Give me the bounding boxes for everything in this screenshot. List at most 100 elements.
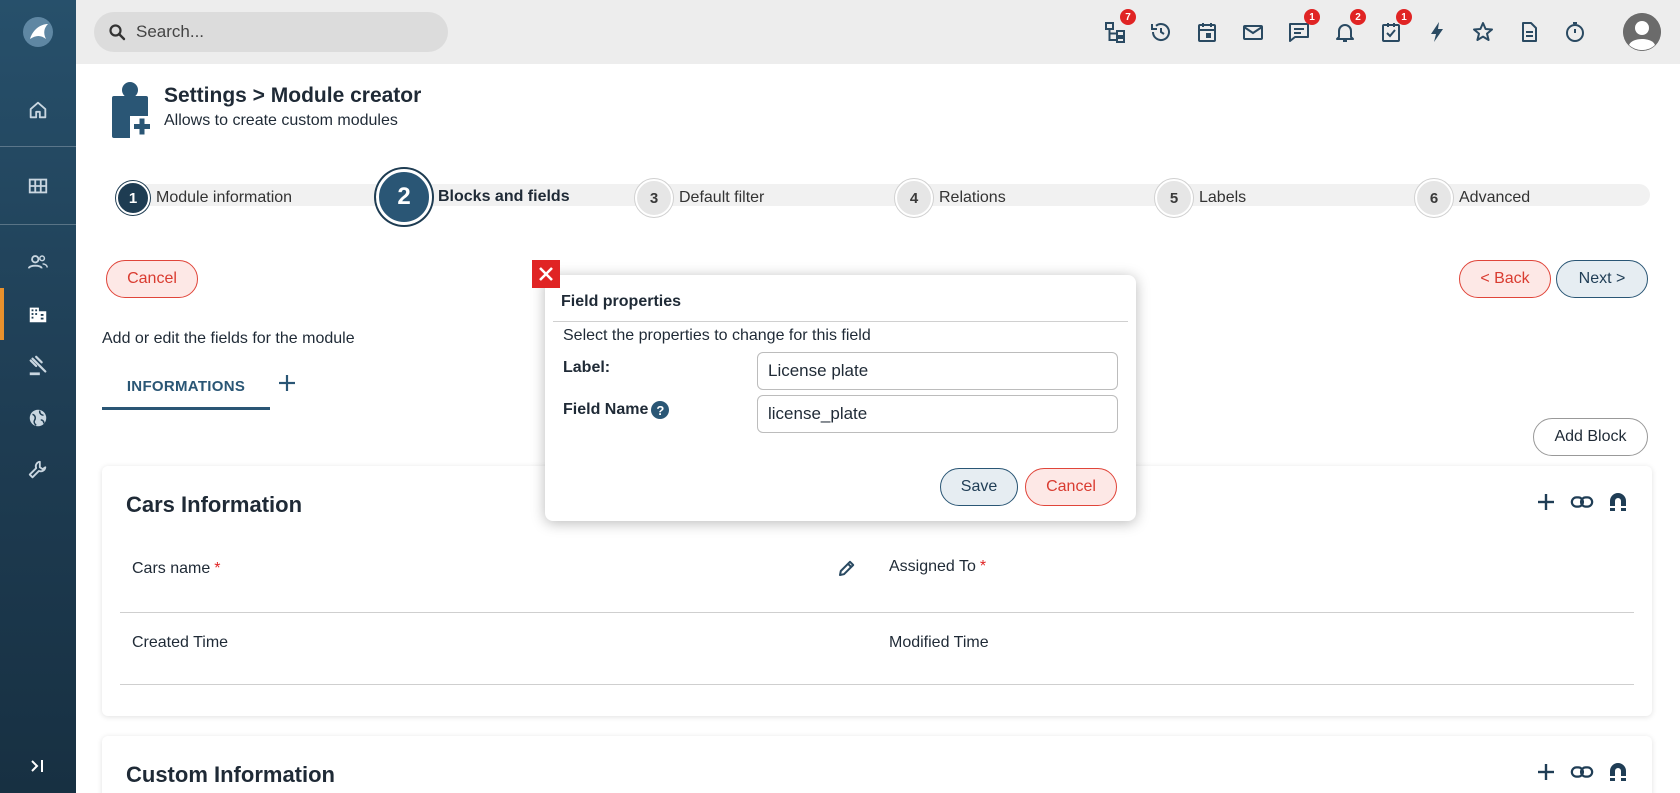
sidebar-item-contacts[interactable] [0,236,76,288]
step-default-filter[interactable]: 3 Default filter [635,179,764,217]
globe-icon [29,409,47,427]
plus-icon [1538,764,1554,780]
sidebar [0,0,76,793]
block-custom-information: Custom Information [102,736,1652,793]
chat-button[interactable]: 1 [1285,9,1320,46]
block-title: Cars Information [126,492,303,517]
sidebar-divider [0,146,76,147]
field-label: Cars name [132,560,211,577]
page-subtitle: Allows to create custom modules [164,112,398,129]
lightning-icon [1431,22,1443,42]
magnet-icon [1610,493,1626,511]
add-tab-button[interactable] [274,368,300,398]
label-caption: Label: [563,359,611,376]
tasks-button[interactable]: 1 [1377,9,1412,46]
save-button[interactable]: Save [940,468,1018,506]
step-module-information[interactable]: 1 Module information [116,181,292,215]
sidebar-item-apps[interactable] [0,160,76,212]
calendar-button[interactable] [1193,18,1221,46]
step-label: Relations [939,189,1006,206]
link-button[interactable] [1570,760,1594,784]
field-label: Modified Time [889,634,989,651]
magnet-button[interactable] [1606,490,1630,514]
add-field-button[interactable] [1534,760,1558,784]
link-button[interactable] [1570,490,1594,514]
building-icon [29,307,47,323]
user-icon [1623,13,1661,51]
edit-field-button[interactable] [835,556,859,580]
fieldname-input[interactable] [757,395,1118,433]
field-modified-time[interactable]: Modified Time [889,634,989,652]
hierarchy-button[interactable]: 7 [1101,9,1136,46]
search-input[interactable] [136,22,436,42]
block-actions [1534,760,1630,784]
step-relations[interactable]: 4 Relations [895,179,1006,217]
favorites-button[interactable] [1469,18,1497,46]
label-input[interactable] [757,352,1118,390]
step-number: 6 [1415,179,1453,217]
dialog-cancel-button[interactable]: Cancel [1025,468,1117,506]
notification-badge: 1 [1304,9,1320,25]
back-button[interactable]: < Back [1459,260,1551,298]
add-block-button[interactable]: Add Block [1533,418,1648,456]
step-number: 3 [635,179,673,217]
step-label: Labels [1199,189,1247,206]
sidebar-item-tools[interactable] [0,444,76,496]
close-icon [539,267,553,281]
sidebar-item-home[interactable] [0,84,76,136]
step-advanced[interactable]: 6 Advanced [1415,179,1530,217]
history-button[interactable] [1147,18,1175,46]
search-bar[interactable] [94,12,448,52]
field-label: Created Time [132,634,229,651]
top-bar: 7 1 2 1 [76,0,1680,64]
notifications-button[interactable]: 2 [1331,9,1366,46]
mail-button[interactable] [1239,18,1267,46]
sidebar-item-organizations[interactable] [0,288,76,340]
grid-icon [28,178,48,194]
row-divider [120,684,1634,685]
step-label: Blocks and fields [438,188,570,205]
calendar-icon [1198,23,1216,42]
magnet-button[interactable] [1606,760,1630,784]
add-field-button[interactable] [1534,490,1558,514]
field-properties-dialog: Field properties Select the properties t… [545,275,1136,521]
documents-button[interactable] [1515,18,1543,46]
dialog-divider [553,321,1128,322]
next-button[interactable]: Next > [1556,260,1648,298]
step-blocks-and-fields[interactable]: 2 Blocks and fields [376,169,570,225]
notification-badge: 2 [1350,9,1366,25]
app-logo[interactable] [0,0,76,64]
sidebar-item-web[interactable] [0,392,76,444]
quick-actions-button[interactable] [1423,18,1451,46]
sidebar-expand-button[interactable] [0,746,76,786]
gavel-icon [29,355,47,376]
step-label: Advanced [1459,189,1531,206]
notification-badge: 1 [1396,9,1412,25]
sidebar-item-auctions[interactable] [0,340,76,392]
timer-button[interactable] [1561,18,1589,46]
module-creator-icon [108,80,152,140]
step-number: 1 [116,181,150,215]
field-assigned-to[interactable]: Assigned To * [889,558,986,576]
tab-informations[interactable]: INFORMATIONS [102,366,270,410]
history-icon [1151,23,1170,41]
link-icon [1570,496,1594,508]
timer-icon [1566,22,1584,42]
modal-close-button[interactable] [532,260,560,288]
cancel-button[interactable]: Cancel [106,260,198,298]
step-label: Default filter [679,189,765,206]
step-number: 4 [895,179,933,217]
people-icon [27,255,48,269]
step-number: 5 [1155,179,1193,217]
block-actions [1534,490,1630,514]
avatar[interactable] [1623,13,1661,51]
field-cars-name[interactable]: Cars name * [132,560,220,578]
step-labels[interactable]: 5 Labels [1155,179,1246,217]
home-icon [29,101,47,119]
field-created-time[interactable]: Created Time [132,634,228,652]
fieldname-caption: Field Name ? [563,401,670,419]
help-icon[interactable]: ? [651,401,670,419]
wrench-icon [28,460,47,479]
plus-icon [1538,494,1554,510]
pencil-icon [839,560,855,576]
